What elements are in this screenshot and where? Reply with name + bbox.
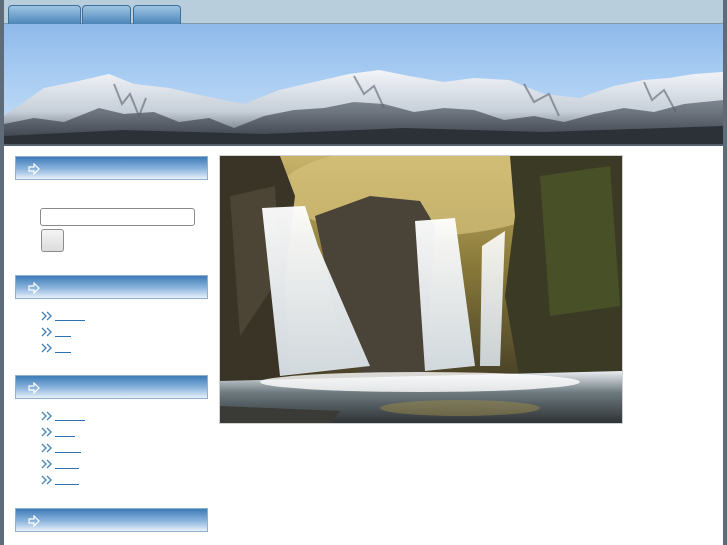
header-banner: [4, 24, 723, 146]
double-chevron-icon: [41, 343, 52, 353]
tab-3[interactable]: [133, 5, 181, 24]
waterfall-image: [220, 156, 622, 423]
tab-bar: [4, 0, 723, 24]
double-chevron-icon: [41, 411, 52, 421]
link-underline: [55, 436, 75, 437]
double-chevron-icon: [41, 327, 52, 337]
double-chevron-icon: [41, 427, 52, 437]
search-heading: [15, 156, 208, 180]
menu3-heading: [15, 508, 208, 532]
double-chevron-icon: [41, 475, 52, 485]
link-underline: [55, 468, 79, 469]
arrow-right-icon: [28, 282, 40, 294]
page-frame: [0, 0, 727, 545]
search-input[interactable]: [40, 208, 195, 226]
arrow-right-icon: [28, 515, 40, 527]
link-underline: [55, 320, 85, 321]
link-underline: [55, 484, 79, 485]
tab-1[interactable]: [8, 5, 81, 24]
link-underline: [55, 420, 85, 421]
double-chevron-icon: [41, 459, 52, 469]
double-chevron-icon: [41, 311, 52, 321]
arrow-right-icon: [28, 382, 40, 394]
mountain-banner-image: [4, 70, 723, 144]
search-button[interactable]: [41, 229, 64, 252]
tab-2[interactable]: [82, 5, 131, 24]
menu1-heading: [15, 275, 208, 299]
link-underline: [55, 352, 71, 353]
waterfall-photo: [219, 155, 623, 424]
arrow-right-icon: [28, 163, 40, 175]
menu2-heading: [15, 375, 208, 399]
link-underline: [55, 336, 71, 337]
link-underline: [55, 452, 81, 453]
double-chevron-icon: [41, 443, 52, 453]
